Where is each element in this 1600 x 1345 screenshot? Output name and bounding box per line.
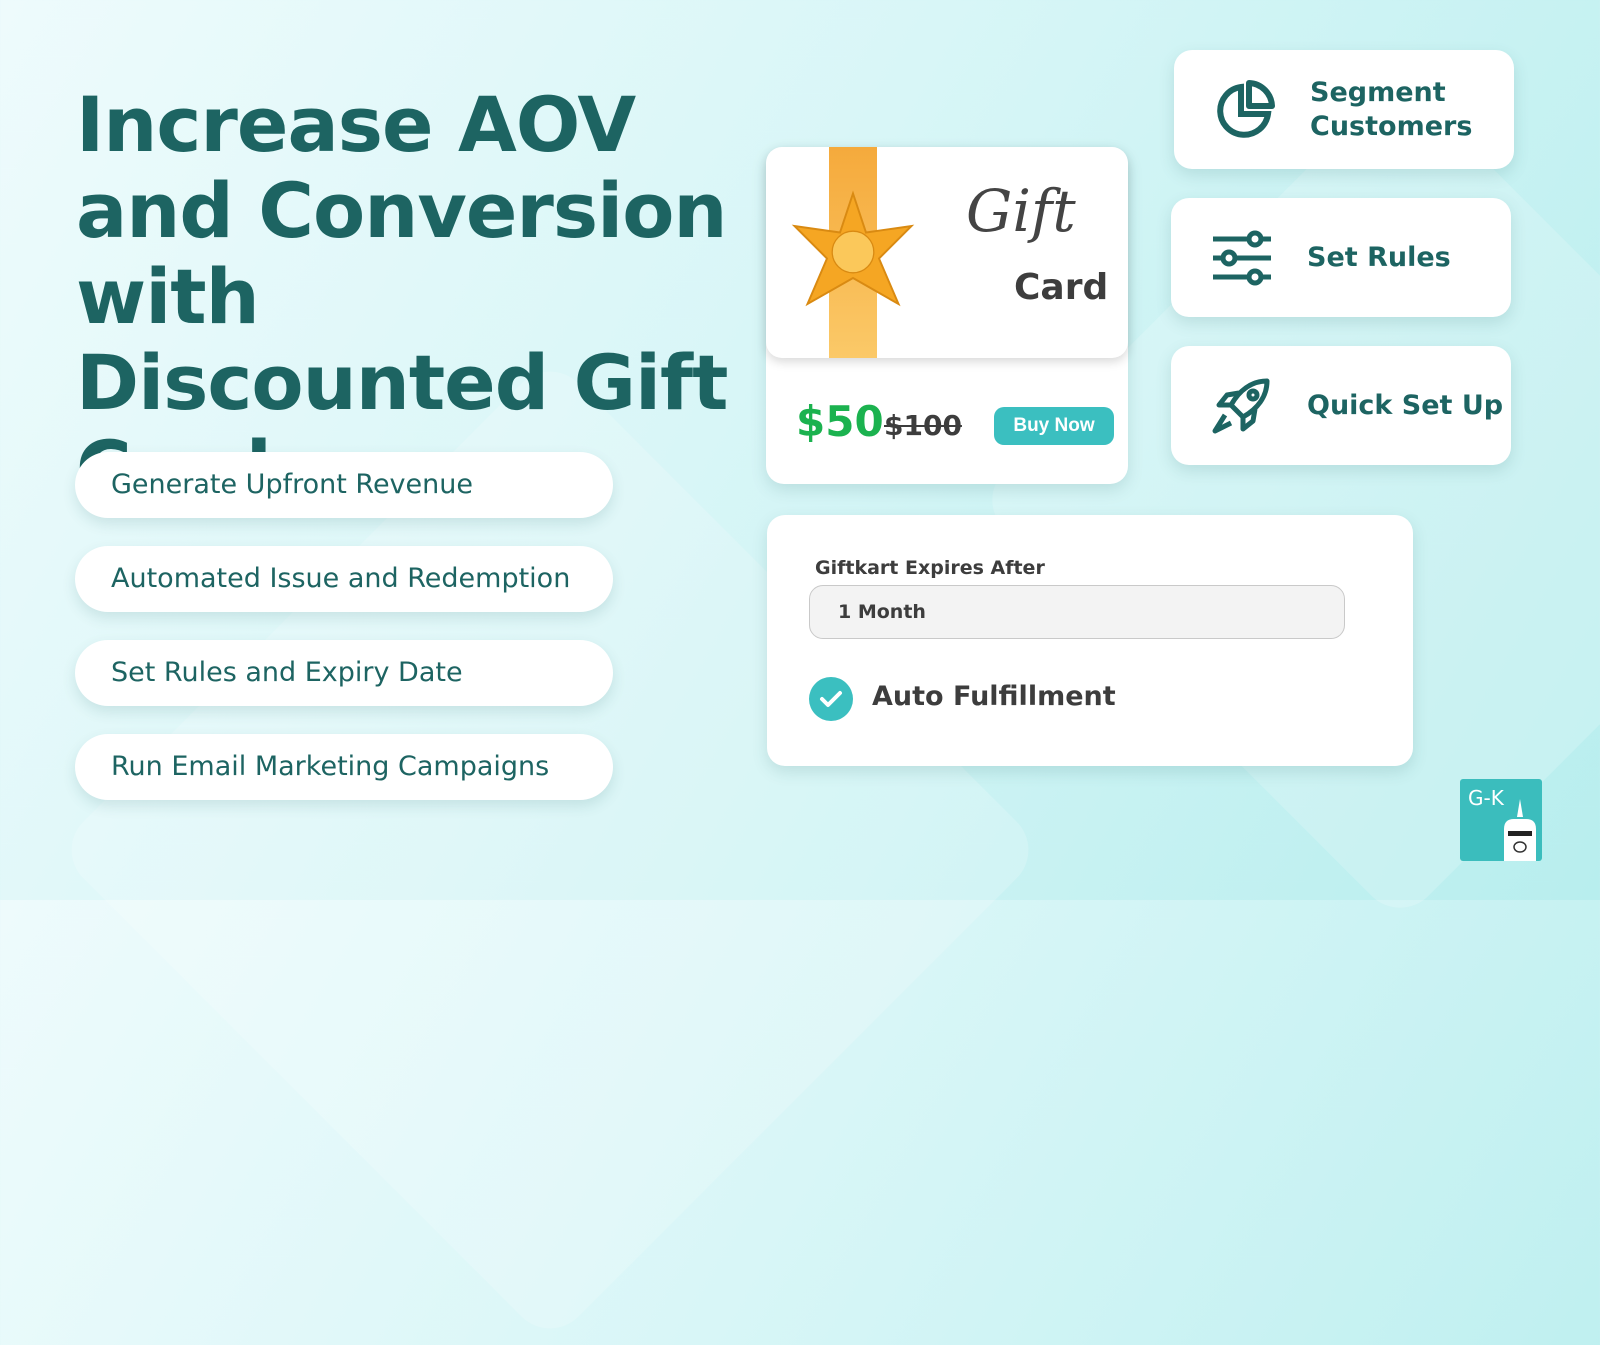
gift-script-text: Gift <box>966 177 1076 245</box>
sale-price: $50 <box>796 397 884 446</box>
feature-label: Quick Set Up <box>1307 389 1504 421</box>
check-icon <box>820 691 842 707</box>
auto-fulfillment-checkbox[interactable] <box>809 677 853 721</box>
giftkart-logo: G-K <box>1460 779 1542 861</box>
pie-chart-icon <box>1217 79 1275 138</box>
original-price: $100 <box>884 409 962 442</box>
feature-segment-customers: Segment Customers <box>1174 50 1514 169</box>
benefit-pill: Generate Upfront Revenue <box>75 452 613 518</box>
sliders-icon <box>1213 230 1271 285</box>
gift-card-product: Gift Card $50 $100 Buy Now <box>766 147 1128 484</box>
auto-fulfillment-label: Auto Fulfillment <box>872 681 1116 712</box>
feature-set-rules: Set Rules <box>1171 198 1511 317</box>
benefit-pill: Run Email Marketing Campaigns <box>75 734 613 800</box>
svg-text:G-K: G-K <box>1468 786 1505 810</box>
headline: Increase AOV and Conversion with Discoun… <box>76 80 728 512</box>
settings-panel: Giftkart Expires After 1 Month Auto Fulf… <box>767 515 1413 766</box>
card-text: Card <box>1014 267 1109 308</box>
feature-label: Segment Customers <box>1310 76 1473 142</box>
benefit-pill: Automated Issue and Redemption <box>75 546 613 612</box>
feature-quick-set-up: Quick Set Up <box>1171 346 1511 465</box>
benefit-pill: Set Rules and Expiry Date <box>75 640 613 706</box>
bow-icon <box>791 190 915 307</box>
expiry-select[interactable]: 1 Month <box>809 585 1345 639</box>
gift-card-image: Gift Card <box>766 147 1128 358</box>
buy-now-button[interactable]: Buy Now <box>994 407 1114 445</box>
feature-label: Set Rules <box>1307 241 1451 273</box>
llama-logo-icon: G-K <box>1468 786 1536 861</box>
expiry-label: Giftkart Expires After <box>815 557 1045 579</box>
rocket-icon <box>1212 378 1270 433</box>
